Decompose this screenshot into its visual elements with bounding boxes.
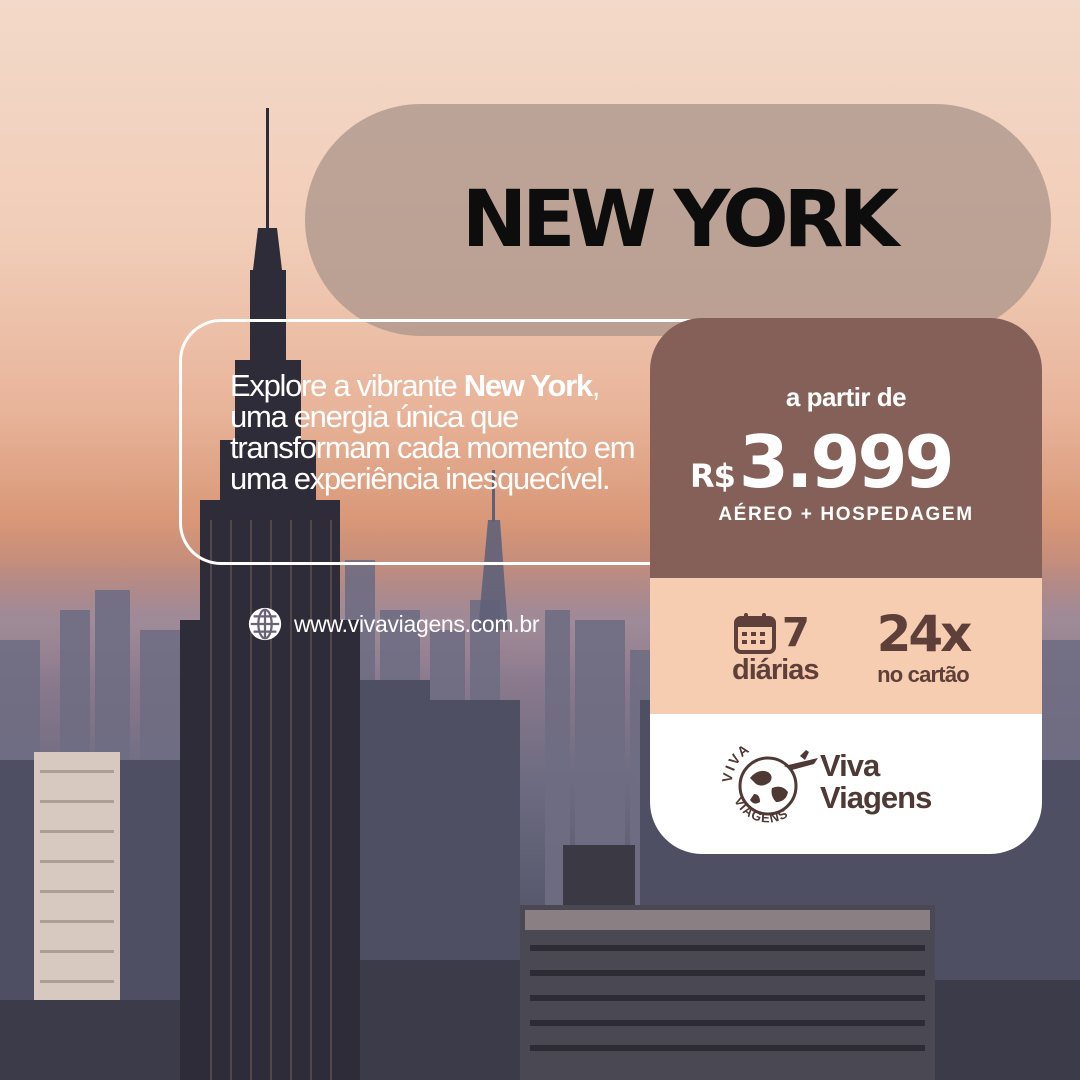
globe-airplane-logo: VIVA VIAGENS — [719, 740, 818, 826]
logo-top-text: VIVA — [719, 740, 751, 784]
from-label: a partir de — [785, 382, 907, 412]
nights-number: 7 — [782, 610, 810, 656]
brand-name-line2: Viagens — [820, 780, 932, 815]
currency-symbol: R$ — [690, 457, 736, 495]
svg-text:VIVA: VIVA — [719, 740, 753, 784]
destination-title: NEW YORK — [461, 175, 899, 265]
description-highlight: New York — [463, 368, 593, 403]
website-link[interactable]: www.vivaviagens.com.br — [246, 604, 540, 644]
installments-label: no cartão — [877, 662, 970, 687]
calendar-icon — [734, 613, 776, 654]
nights-info: 7 diárias — [732, 610, 842, 687]
description-intro: Explore a vibrante — [230, 368, 464, 403]
installments-info: 24x no cartão — [858, 608, 988, 688]
globe-icon — [248, 607, 282, 641]
price-card: a partir de R$ 3.999 AÉREO + HOSPEDAGEM … — [650, 318, 1042, 854]
nights-label: diárias — [732, 654, 820, 686]
price: R$ 3.999 — [690, 420, 955, 504]
installments-number: 24x — [876, 605, 973, 663]
website-url: www.vivaviagens.com.br — [294, 610, 540, 637]
package-description: AÉREO + HOSPEDAGEM — [718, 504, 974, 525]
brand-name: Viva Viagens — [820, 748, 932, 815]
price-amount: 3.999 — [738, 420, 955, 504]
brand-name-line1: Viva — [820, 748, 880, 783]
description-text: Explore a vibrante New York, uma energia… — [230, 370, 660, 494]
